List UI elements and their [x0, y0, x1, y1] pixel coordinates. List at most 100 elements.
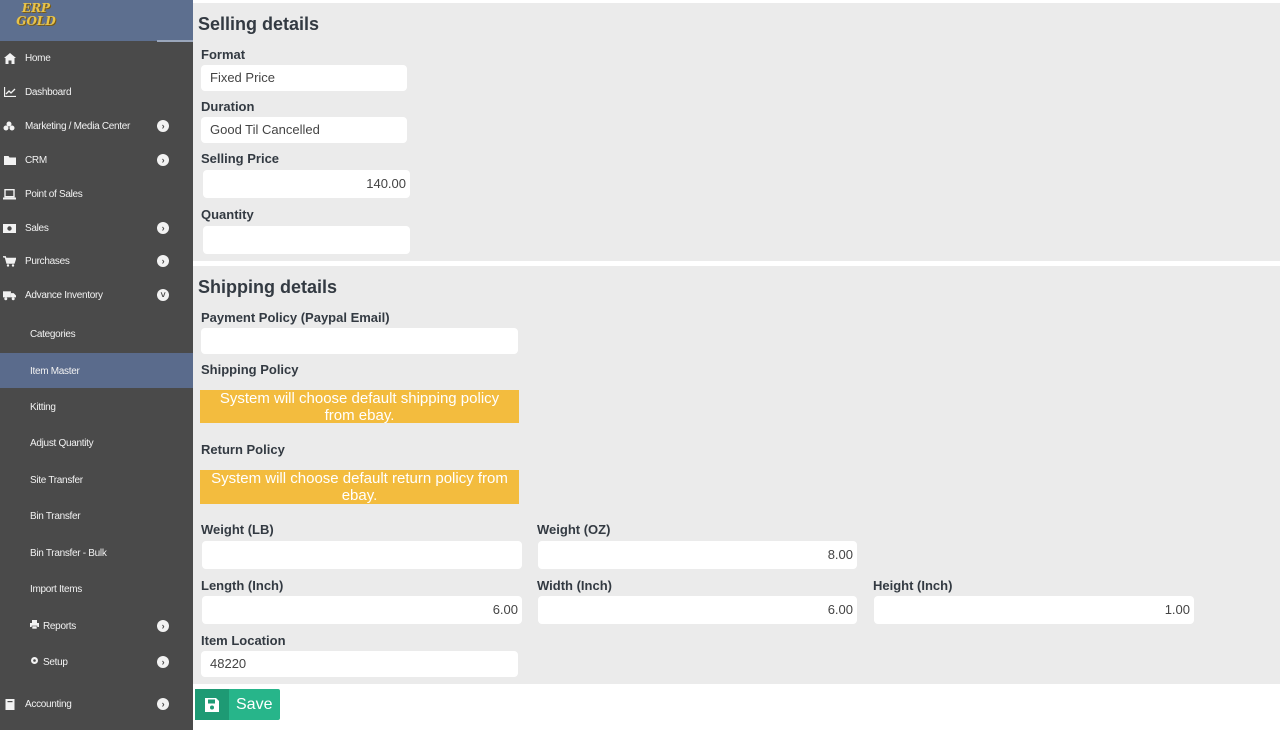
quantity-input[interactable] [203, 226, 410, 254]
length-input[interactable]: 6.00 [202, 596, 522, 624]
save-icon [195, 689, 229, 720]
selling-price-input[interactable]: 140.00 [203, 170, 410, 198]
notice-line: from ebay. [324, 407, 395, 424]
chevron-right-icon[interactable]: › [157, 656, 169, 668]
logo-underline [157, 40, 193, 42]
selling-details-panel: Selling details Format Fixed Price Durat… [193, 3, 1280, 261]
gear-icon [30, 656, 39, 668]
width-label: Width (Inch) [537, 578, 612, 593]
sidebar-subitem-label: Adjust Quantity [30, 437, 94, 449]
item-location-input[interactable]: 48220 [201, 651, 518, 677]
sidebar-item-dashboard[interactable]: Dashboard [0, 85, 193, 99]
return-policy-label: Return Policy [201, 442, 285, 457]
format-select[interactable]: Fixed Price [201, 65, 407, 91]
width-input[interactable]: 6.00 [538, 596, 857, 624]
weight-lb-label: Weight (LB) [201, 522, 274, 537]
sidebar-item-marketing[interactable]: Marketing / Media Center › [0, 119, 193, 133]
chevron-down-icon[interactable]: ˅ [157, 289, 169, 301]
sidebar-item-home[interactable]: Home [0, 51, 193, 65]
sidebar-item-accounting[interactable]: Accounting › [0, 697, 193, 711]
notice-line: ebay. [341, 487, 378, 504]
weight-lb-input[interactable] [202, 541, 522, 569]
sidebar-item-label: Advance Inventory [25, 289, 103, 301]
shipping-policy-label: Shipping Policy [201, 362, 299, 377]
weight-oz-label: Weight (OZ) [537, 522, 611, 537]
laptop-icon [3, 188, 16, 200]
erp-gold-logo[interactable]: ERP GOLD [12, 2, 60, 28]
save-button[interactable]: Save [195, 689, 280, 720]
notice-line: System will choose default return policy… [211, 470, 508, 487]
payment-policy-label: Payment Policy (Paypal Email) [201, 310, 390, 325]
sidebar-item-label: Point of Sales [25, 188, 83, 200]
chart-icon [3, 87, 16, 98]
sidebar-subitem-reports[interactable]: Reports › [30, 619, 193, 633]
chevron-right-icon[interactable]: › [157, 222, 169, 234]
shipping-details-panel: Shipping details Payment Policy (Paypal … [193, 266, 1280, 684]
sidebar-subitem-bin-transfer-bulk[interactable]: Bin Transfer - Bulk [30, 546, 107, 560]
shipping-details-title: Shipping details [198, 277, 338, 297]
sidebar-subitem-label: Kitting [30, 401, 56, 413]
sidebar-item-label: Dashboard [25, 86, 72, 98]
sidebar-subitem-label: Item Master [30, 365, 80, 377]
sidebar-subitem-kitting[interactable]: Kitting [30, 400, 56, 414]
selling-price-label: Selling Price [201, 151, 280, 166]
duration-label: Duration [201, 99, 255, 114]
sidebar-subitem-categories[interactable]: Categories [30, 327, 76, 341]
chevron-right-icon[interactable]: › [157, 698, 169, 710]
app-root: ERP GOLD Home Dashboard Marketing / Medi… [0, 0, 1280, 730]
quantity-label: Quantity [201, 207, 254, 222]
logo-bar: ERP GOLD [0, 0, 193, 41]
selling-details-title: Selling details [198, 14, 320, 34]
sidebar-subitem-label: Import Items [30, 583, 82, 595]
sidebar-item-point-of-sales[interactable]: Point of Sales [0, 187, 193, 201]
sidebar-item-label: Home [25, 52, 51, 64]
print-icon [30, 620, 39, 632]
save-label: Save [236, 695, 273, 713]
book-icon [3, 698, 16, 710]
chevron-right-icon[interactable]: › [157, 620, 169, 632]
weight-oz-input[interactable]: 8.00 [538, 541, 857, 569]
home-icon [3, 52, 16, 64]
sidebar-item-label: Purchases [25, 255, 70, 267]
sidebar-item-crm[interactable]: CRM › [0, 153, 193, 167]
sidebar: ERP GOLD Home Dashboard Marketing / Medi… [0, 0, 193, 730]
sidebar-subitem-label: Bin Transfer [30, 510, 81, 522]
sidebar-subitem-label: Setup [43, 656, 68, 668]
sidebar-subitem-label: Site Transfer [30, 474, 83, 486]
return-policy-notice: System will choose default return policy… [200, 470, 519, 504]
logo-text-line2: GOLD [16, 14, 56, 28]
sidebar-subitem-label: Bin Transfer - Bulk [30, 547, 107, 559]
chevron-right-icon[interactable]: › [157, 255, 169, 267]
chevron-right-icon[interactable]: › [157, 154, 169, 166]
sidebar-item-purchases[interactable]: Purchases › [0, 254, 193, 268]
duration-select[interactable]: Good Til Cancelled [201, 117, 407, 143]
sidebar-item-sales[interactable]: Sales › [0, 221, 193, 235]
sidebar-item-label: Marketing / Media Center [25, 120, 131, 132]
truck-icon [3, 290, 16, 301]
length-label: Length (Inch) [201, 578, 284, 593]
sidebar-subitem-import-items[interactable]: Import Items [30, 582, 82, 596]
payment-policy-input[interactable] [201, 328, 518, 354]
money-icon [3, 223, 16, 234]
sidebar-subitem-adjust-quantity[interactable]: Adjust Quantity [30, 436, 94, 450]
sidebar-subitem-site-transfer[interactable]: Site Transfer [30, 473, 83, 487]
sidebar-subitem-label: Reports [43, 620, 76, 632]
height-label: Height (Inch) [873, 578, 953, 593]
format-label: Format [201, 47, 246, 62]
sidebar-item-label: Accounting [25, 698, 72, 710]
sidebar-item-advance-inventory[interactable]: Advance Inventory ˅ [0, 288, 193, 302]
chevron-right-icon[interactable]: › [157, 120, 169, 132]
folder-icon [3, 155, 16, 166]
bullhorn-icon [3, 121, 16, 132]
cart-icon [3, 255, 16, 267]
height-input[interactable]: 1.00 [874, 596, 1194, 624]
sidebar-item-label: Sales [25, 222, 49, 234]
shipping-policy-notice: System will choose default shipping poli… [200, 390, 519, 424]
sidebar-subitem-setup[interactable]: Setup › [30, 655, 193, 669]
notice-line: System will choose default shipping poli… [219, 390, 500, 407]
sidebar-subitem-label: Categories [30, 328, 76, 340]
sidebar-item-label: CRM [25, 154, 47, 166]
sidebar-subitem-item-master[interactable]: Item Master [30, 364, 80, 378]
item-location-label: Item Location [201, 633, 286, 648]
sidebar-subitem-bin-transfer[interactable]: Bin Transfer [30, 509, 81, 523]
